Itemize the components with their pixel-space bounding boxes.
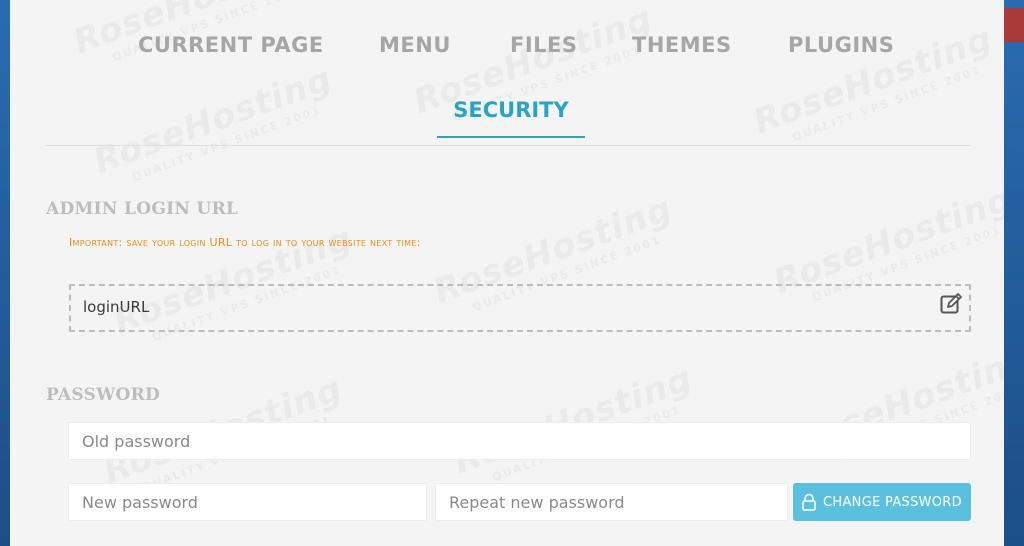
tab-security[interactable]: SECURITY [437, 98, 585, 138]
page-backdrop-right [1004, 0, 1024, 546]
settings-panel: RoseHosting QUALITY VPS SINCE 2001 RoseHo… [10, 0, 1004, 546]
admin-login-title: ADMIN LOGIN URL [46, 199, 239, 219]
login-url-value: loginURL [83, 298, 150, 316]
old-password-input[interactable] [68, 422, 971, 460]
watermark: RoseHostingQUALITY VPS SINCE 2001 [88, 58, 338, 185]
edit-icon[interactable] [939, 292, 963, 316]
change-password-label: CHANGE PASSWORD [823, 494, 962, 510]
page-backdrop-left [0, 0, 10, 546]
lock-icon [802, 493, 816, 511]
tab-current-page[interactable]: CURRENT PAGE [138, 33, 324, 57]
tab-themes[interactable]: THEMES [632, 33, 732, 57]
repeat-password-input[interactable] [435, 483, 788, 521]
tab-divider [46, 145, 970, 146]
login-url-field[interactable]: loginURL [69, 284, 971, 332]
tab-menu[interactable]: MENU [379, 33, 451, 57]
tab-files[interactable]: FILES [510, 33, 578, 57]
close-tab-edge[interactable] [1004, 8, 1024, 42]
tab-plugins[interactable]: PLUGINS [788, 33, 894, 57]
new-password-input[interactable] [68, 483, 427, 521]
login-url-note: Important: save your login URL to log in… [69, 236, 421, 249]
change-password-button[interactable]: CHANGE PASSWORD [793, 483, 971, 521]
password-title: PASSWORD [46, 385, 161, 405]
